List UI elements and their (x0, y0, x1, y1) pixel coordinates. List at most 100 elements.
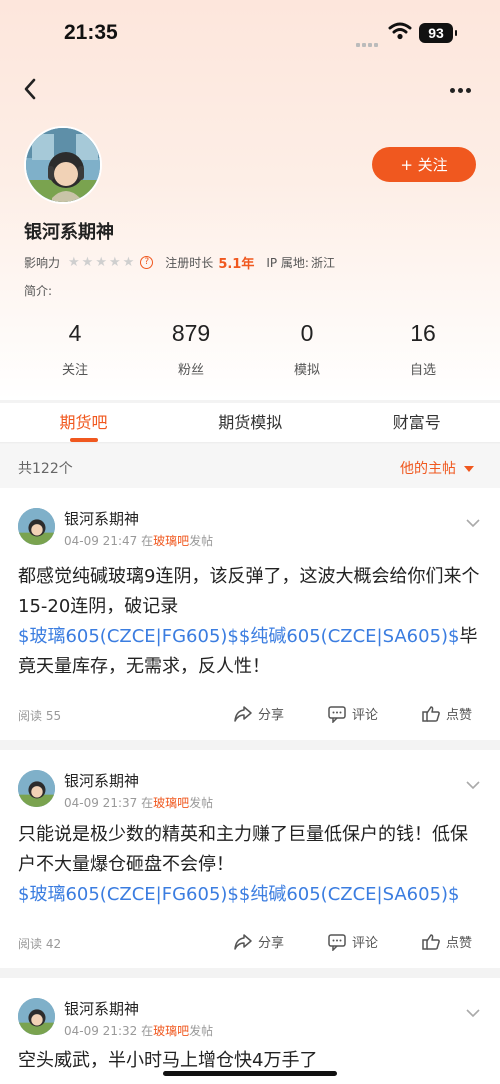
stat-label: 粉丝 (177, 363, 204, 378)
avatar[interactable] (18, 998, 55, 1035)
chevron-left-icon (24, 78, 36, 100)
post-stock-tags[interactable]: $玻璃605(CZCE|FG605)$$纯碱605(CZCE|SA605)$ (18, 884, 460, 905)
stat-followers[interactable]: 879 粉丝 (133, 318, 249, 378)
star-icon: ★ (122, 254, 135, 270)
post-filter-dropdown[interactable]: 他的主帖 (400, 458, 474, 478)
comment-button[interactable]: 评论 (327, 932, 378, 951)
post-meta: 04-09 21:37 在玻璃吧发帖 (64, 794, 213, 811)
stat-value: 4 (68, 320, 82, 346)
signal-icon (356, 32, 380, 51)
read-count: 阅读 55 (18, 709, 62, 723)
share-button[interactable]: 分享 (233, 704, 284, 723)
divider (0, 740, 500, 750)
star-icon: ★ (95, 254, 107, 270)
ip-label: IP 属地: (266, 255, 309, 270)
post-card[interactable]: 银河系期神 04-09 21:32 在玻璃吧发帖 空头威武，半小时马上增仓快4万… (0, 978, 500, 1084)
tab-bar: 期货吧 期货模拟 财富号 (0, 403, 500, 443)
stat-label: 自选 (409, 363, 436, 378)
post-meta: 04-09 21:32 在玻璃吧发帖 (64, 1022, 213, 1039)
tab-wealth[interactable]: 财富号 (334, 403, 500, 442)
stat-value: 0 (300, 320, 314, 346)
post-time: 04-09 21:47 (64, 534, 138, 548)
username: 银河系期神 (24, 222, 114, 243)
stat-label: 模拟 (293, 363, 320, 378)
caret-down-icon (464, 466, 474, 472)
tab-futures-bar[interactable]: 期货吧 (0, 403, 167, 442)
help-icon[interactable]: ? (140, 255, 154, 269)
home-indicator[interactable] (163, 1071, 337, 1076)
post-prefix: 在 (141, 796, 154, 810)
post-content[interactable]: 只能说是极少数的精英和主力赚了巨量低保户的钱！低保户不大量爆仓砸盘不会停！ $玻璃… (18, 820, 484, 910)
wifi-icon (388, 22, 412, 44)
share-label: 分享 (258, 936, 285, 951)
post-author[interactable]: 银河系期神 (64, 508, 139, 529)
intro-label: 简介: (24, 284, 53, 298)
chevron-down-icon[interactable] (466, 1008, 480, 1018)
comment-icon (328, 933, 346, 951)
post-card[interactable]: 银河系期神 04-09 21:47 在玻璃吧发帖 都感觉纯碱玻璃9连阴，该反弹了… (0, 488, 500, 740)
post-meta: 04-09 21:47 在玻璃吧发帖 (64, 532, 213, 549)
more-dots-icon (450, 78, 474, 97)
thumbs-up-icon (422, 705, 440, 722)
post-content[interactable]: 都感觉纯碱玻璃9连阴，该反弹了，这波大概会给你们来个15-20连阴，破记录 $玻璃… (18, 562, 484, 682)
post-card[interactable]: 银河系期神 04-09 21:37 在玻璃吧发帖 只能说是极少数的精英和主力赚了… (0, 750, 500, 968)
like-button[interactable]: 点赞 (421, 932, 472, 951)
share-icon (234, 933, 252, 950)
divider (0, 968, 500, 978)
register-value: 5.1年 (218, 256, 255, 272)
ip-value: 浙江 (310, 255, 335, 270)
filter-label: 他的主帖 (400, 461, 456, 477)
post-time: 04-09 21:32 (64, 1024, 138, 1038)
post-actions: 阅读 55 分享 评论 点赞 (0, 703, 500, 727)
post-text: 都感觉纯碱玻璃9连阴，该反弹了，这波大概会给你们来个15-20连阴，破记录 (18, 566, 480, 617)
post-text: 只能说是极少数的精英和主力赚了巨量低保户的钱！低保户不大量爆仓砸盘不会停！ (18, 824, 468, 875)
chevron-down-icon[interactable] (466, 780, 480, 790)
post-suffix: 发帖 (189, 1024, 214, 1038)
post-text: 空头威武，半小时马上增仓快4万手了 (18, 1050, 318, 1071)
stat-label: 关注 (61, 363, 88, 378)
tab-futures-simulation[interactable]: 期货模拟 (167, 403, 334, 442)
stat-value: 879 (171, 320, 211, 346)
avatar[interactable] (24, 126, 102, 204)
comment-label: 评论 (352, 936, 379, 951)
profile-meta: 影响力 ★ ★ ★ ★ ★ ? 注册时长 5.1年 IP 属地: 浙江 (24, 253, 335, 272)
stat-following[interactable]: 4 关注 (17, 318, 133, 378)
post-actions: 阅读 42 分享 评论 点赞 (0, 931, 500, 955)
post-stock-tags[interactable]: $玻璃605(CZCE|FG605)$$纯碱605(CZCE|SA605)$ (18, 626, 460, 647)
thumbs-up-icon (422, 933, 440, 950)
star-icon: ★ (108, 254, 121, 270)
stat-watchlist[interactable]: 16 自选 (365, 318, 481, 378)
like-label: 点赞 (446, 936, 473, 951)
comment-label: 评论 (352, 708, 379, 723)
list-header: 共122个 他的主帖 (0, 444, 500, 488)
battery-icon: 93 (419, 23, 457, 43)
more-options-button[interactable] (450, 78, 482, 98)
post-bar-link[interactable]: 玻璃吧 (153, 1024, 189, 1038)
star-icon: ★ (68, 254, 80, 270)
avatar[interactable] (18, 770, 55, 807)
like-button[interactable]: 点赞 (421, 704, 472, 723)
post-bar-link[interactable]: 玻璃吧 (153, 534, 189, 548)
status-bar: 21:35 93 (0, 18, 500, 48)
post-author[interactable]: 银河系期神 (64, 770, 139, 791)
stat-value: 16 (410, 320, 436, 346)
comment-button[interactable]: 评论 (327, 704, 378, 723)
post-bar-link[interactable]: 玻璃吧 (153, 796, 189, 810)
avatar[interactable] (18, 508, 55, 545)
status-time: 21:35 (64, 21, 118, 44)
post-prefix: 在 (141, 534, 154, 548)
share-button[interactable]: 分享 (233, 932, 284, 951)
back-button[interactable] (18, 74, 44, 104)
post-suffix: 发帖 (189, 796, 214, 810)
follow-button[interactable]: + 关注 (372, 147, 476, 182)
post-suffix: 发帖 (189, 534, 214, 548)
post-prefix: 在 (141, 1024, 154, 1038)
share-icon (234, 705, 252, 722)
post-author[interactable]: 银河系期神 (64, 998, 139, 1019)
post-count: 共122个 (18, 461, 73, 477)
register-label: 注册时长 (165, 255, 214, 270)
influence-rating: ★ ★ ★ ★ ★ (68, 255, 136, 270)
stat-simulation[interactable]: 0 模拟 (249, 318, 365, 378)
chevron-down-icon[interactable] (466, 518, 480, 528)
like-label: 点赞 (446, 708, 473, 723)
